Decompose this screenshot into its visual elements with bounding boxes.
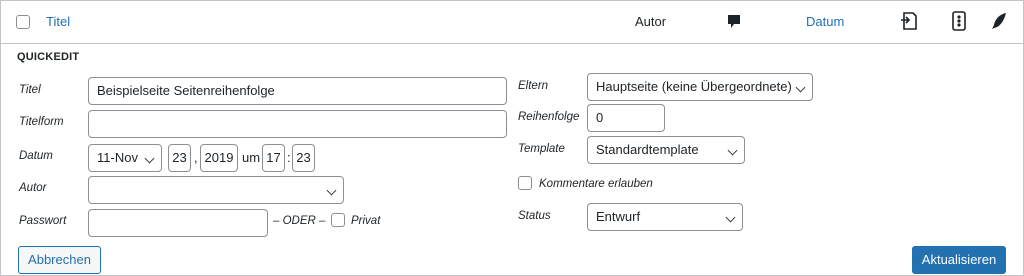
cancel-button[interactable]: Abbrechen <box>18 246 101 274</box>
year-input[interactable]: 2019 <box>200 144 238 172</box>
hour-input[interactable]: 17 <box>262 144 285 172</box>
update-button[interactable]: Aktualisieren <box>912 246 1006 274</box>
or-separator: – ODER – <box>273 215 326 227</box>
month-value: 11-Nov <box>97 150 138 165</box>
author-label: Autor <box>19 182 47 194</box>
title-input[interactable]: Beispielseite Seitenreihenfolge <box>88 77 507 105</box>
private-label: Privat <box>351 215 381 227</box>
chevron-down-icon <box>795 82 806 93</box>
table-header: Titel Autor Datum <box>1 1 1023 44</box>
month-select[interactable]: 11-Nov <box>88 144 162 172</box>
slug-label: Titelform <box>19 116 64 128</box>
author-select[interactable] <box>88 176 344 204</box>
time-colon: : <box>287 150 291 165</box>
status-value: Entwurf <box>596 209 641 224</box>
at-text: um <box>242 150 261 165</box>
date-comma: , <box>194 150 198 165</box>
parent-select[interactable]: Hauptseite (keine Übergeordnete) <box>587 73 813 101</box>
parent-label: Eltern <box>518 80 549 92</box>
status-icon[interactable] <box>951 11 967 34</box>
select-all-checkbox[interactable] <box>16 15 30 29</box>
day-input[interactable]: 23 <box>168 144 191 172</box>
date-label: Datum <box>19 150 53 162</box>
column-date-link[interactable]: Datum <box>806 14 844 29</box>
comments-checkbox[interactable] <box>518 176 532 190</box>
column-title-link[interactable]: Titel <box>46 14 70 29</box>
page-order-icon[interactable] <box>899 11 919 34</box>
comments-icon[interactable] <box>727 14 741 33</box>
minute-input[interactable]: 23 <box>292 144 315 172</box>
template-label: Template <box>518 143 565 155</box>
chevron-down-icon <box>725 212 736 223</box>
parent-value: Hauptseite (keine Übergeordnete) <box>596 79 792 94</box>
template-value: Standardtemplate <box>596 142 699 157</box>
chevron-down-icon <box>727 145 738 156</box>
quickedit-panel: Titel Autor Datum QUICKEDIT Titel Beispi… <box>0 0 1024 276</box>
private-checkbox[interactable] <box>331 213 345 227</box>
status-label: Status <box>518 210 551 222</box>
template-select[interactable]: Standardtemplate <box>587 136 745 164</box>
quickedit-heading: QUICKEDIT <box>17 51 80 63</box>
password-label: Passwort <box>19 215 67 227</box>
chevron-down-icon <box>326 185 337 196</box>
slug-input[interactable] <box>88 110 507 138</box>
status-select[interactable]: Entwurf <box>587 203 743 231</box>
feather-icon[interactable] <box>991 12 1007 33</box>
password-input[interactable] <box>88 209 268 237</box>
chevron-down-icon <box>144 153 155 164</box>
order-label: Reihenfolge <box>518 111 580 123</box>
title-label: Titel <box>19 84 41 96</box>
comments-label: Kommentare erlauben <box>539 178 653 190</box>
column-author: Autor <box>635 14 667 29</box>
order-input[interactable]: 0 <box>587 104 665 132</box>
